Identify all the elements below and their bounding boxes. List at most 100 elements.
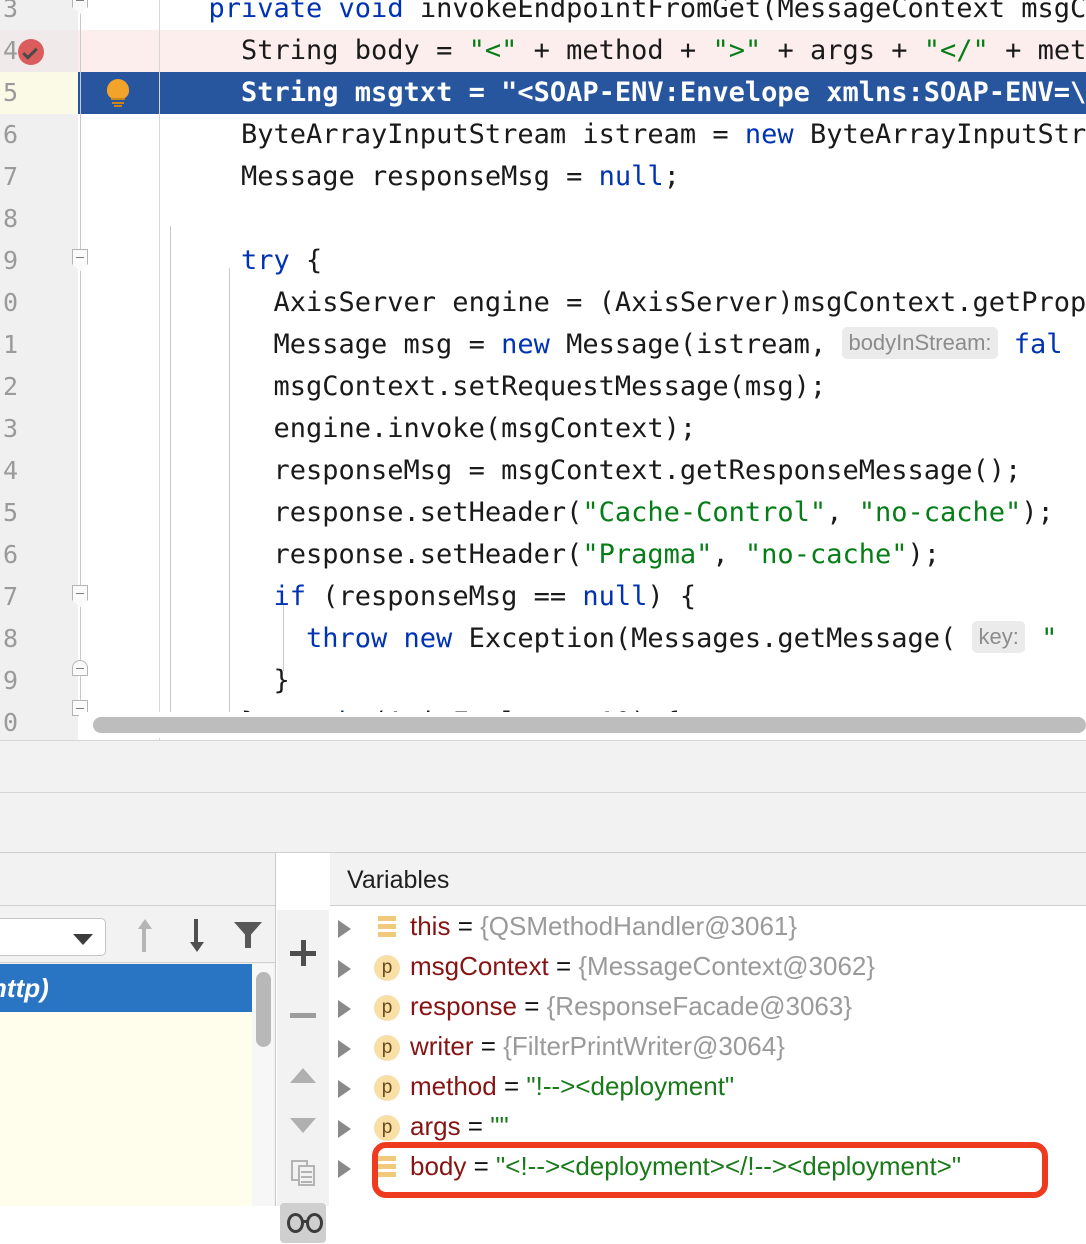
variable-row[interactable]: this = {QSMethodHandler@3061} [330, 907, 1086, 947]
fold-marker-try[interactable] [72, 249, 88, 265]
expand-triangle-icon[interactable] [338, 1080, 351, 1098]
code-text[interactable]: AxisServer engine = (AxisServer)msgConte… [274, 282, 1086, 324]
gutter-marks[interactable] [78, 240, 160, 282]
code-line[interactable]: 8 [0, 198, 1086, 240]
inspect-toggle-button[interactable] [277, 1200, 329, 1244]
gutter-marks[interactable] [78, 618, 160, 660]
expand-triangle-icon[interactable] [338, 920, 351, 938]
variable-row[interactable]: pmethod = "!--><deployment" [330, 1067, 1086, 1107]
line-gutter[interactable]: 5 [0, 72, 78, 114]
frame-list-item-selected[interactable]: s.transport.http) [0, 964, 252, 1012]
code-line[interactable]: 1 Message msg = new Message(istream, body… [0, 324, 1086, 366]
code-text[interactable]: try { [241, 240, 322, 282]
variables-list[interactable]: this = {QSMethodHandler@3061}pmsgContext… [330, 907, 1086, 1206]
code-line[interactable]: 2 msgContext.setRequestMessage(msg); [0, 366, 1086, 408]
code-editor[interactable]: 3 private void invokeEndpointFromGet(Mess… [0, 0, 1086, 740]
code-text[interactable]: String body = "<" + method + ">" + args … [241, 30, 1086, 72]
gutter-marks[interactable] [78, 282, 160, 324]
editor-hscroll-thumb[interactable] [93, 717, 1086, 733]
code-text[interactable]: Message msg = new Message(istream, bodyI… [274, 324, 1063, 366]
code-text[interactable]: responseMsg = msgContext.getResponseMess… [274, 450, 1022, 492]
code-line[interactable]: 3 private void invokeEndpointFromGet(Mess… [0, 0, 1086, 30]
code-text[interactable]: } [274, 660, 290, 702]
remove-watch-button[interactable] [277, 990, 329, 1034]
code-lines[interactable]: 3 private void invokeEndpointFromGet(Mess… [0, 0, 1086, 740]
code-line[interactable]: 0 AxisServer engine = (AxisServer)msgCont… [0, 282, 1086, 324]
code-line[interactable]: 8 throw new Exception(Messages.getMessage… [0, 618, 1086, 660]
gutter-marks[interactable] [78, 660, 160, 702]
code-text[interactable]: private void invokeEndpointFromGet(Messa… [209, 0, 1086, 30]
code-line[interactable]: 6 ByteArrayInputStream istream = new Byte… [0, 114, 1086, 156]
variable-row[interactable]: body = "<!--><deployment></!--><deployme… [330, 1147, 1086, 1187]
gutter-marks[interactable] [78, 450, 160, 492]
expand-triangle-icon[interactable] [338, 1160, 351, 1178]
code-text[interactable]: Message responseMsg = null; [241, 156, 680, 198]
line-gutter[interactable]: 8 [0, 198, 78, 240]
frames-list[interactable]: s.transport.http) [0, 964, 252, 1206]
variable-row[interactable]: pargs = "" [330, 1107, 1086, 1147]
line-gutter[interactable]: 4 [0, 450, 78, 492]
fold-marker-if[interactable] [72, 585, 88, 601]
code-text[interactable]: ByteArrayInputStream istream = new ByteA… [241, 114, 1086, 156]
code-line[interactable]: 7 if (responseMsg == null) { [0, 576, 1086, 618]
gutter-marks[interactable] [78, 366, 160, 408]
gutter-marks[interactable] [78, 198, 160, 240]
code-text[interactable]: response.setHeader("Cache-Control", "no-… [274, 492, 1054, 534]
gutter-marks[interactable] [78, 30, 160, 72]
gutter-marks[interactable] [78, 408, 160, 450]
line-gutter[interactable]: 5 [0, 492, 78, 534]
expand-triangle-icon[interactable] [338, 1040, 351, 1058]
line-gutter[interactable]: 9 [0, 660, 78, 702]
variable-row[interactable]: presponse = {ResponseFacade@3063} [330, 987, 1086, 1027]
frames-move-down-button[interactable] [178, 919, 214, 953]
editor-horizontal-scrollbar[interactable] [79, 712, 1086, 738]
code-text[interactable]: throw new Exception(Messages.getMessage(… [306, 618, 1057, 660]
code-line[interactable]: 9 try { [0, 240, 1086, 282]
gutter-marks[interactable] [78, 492, 160, 534]
line-gutter[interactable]: 3 [0, 0, 78, 30]
code-line[interactable]: 4String body = "<" + method + ">" + args… [0, 30, 1086, 72]
code-text[interactable]: engine.invoke(msgContext); [274, 408, 697, 450]
code-line[interactable]: 5 String msgtxt = "<SOAP-ENV:Envelope xml… [0, 72, 1086, 114]
line-gutter[interactable]: 2 [0, 366, 78, 408]
line-gutter[interactable]: 7 [0, 156, 78, 198]
line-gutter[interactable]: 6 [0, 534, 78, 576]
code-line[interactable]: 5 response.setHeader("Cache-Control", "no… [0, 492, 1086, 534]
line-gutter[interactable]: 0 [0, 702, 78, 740]
lightbulb-icon[interactable] [105, 79, 131, 107]
move-watch-up-button[interactable] [277, 1052, 329, 1096]
gutter-marks[interactable] [78, 0, 160, 30]
gutter-marks[interactable] [78, 114, 160, 156]
code-text[interactable]: response.setHeader("Pragma", "no-cache")… [274, 534, 941, 576]
line-gutter[interactable]: 8 [0, 618, 78, 660]
gutter-marks[interactable] [78, 576, 160, 618]
frames-move-up-button[interactable] [126, 919, 162, 953]
add-watch-button[interactable] [277, 928, 329, 972]
frames-filter-button[interactable] [228, 919, 264, 953]
line-gutter[interactable]: 0 [0, 282, 78, 324]
copy-value-button[interactable] [277, 1148, 329, 1192]
frames-vertical-scrollbar[interactable] [252, 964, 274, 1206]
expand-triangle-icon[interactable] [338, 960, 351, 978]
code-text[interactable]: String msgtxt = "<SOAP-ENV:Envelope xmln… [241, 72, 1086, 114]
variable-row[interactable]: pmsgContext = {MessageContext@3062} [330, 947, 1086, 987]
move-watch-down-button[interactable] [277, 1102, 329, 1146]
line-gutter[interactable]: 7 [0, 576, 78, 618]
code-line[interactable]: 3engine.invoke(msgContext); [0, 408, 1086, 450]
thread-selector[interactable] [0, 918, 106, 956]
gutter-marks[interactable] [78, 324, 160, 366]
frames-vscroll-thumb[interactable] [256, 972, 271, 1047]
variable-row[interactable]: pwriter = {FilterPrintWriter@3064} [330, 1027, 1086, 1067]
gutter-marks[interactable] [78, 156, 160, 198]
code-line[interactable]: 6 response.setHeader("Pragma", "no-cache"… [0, 534, 1086, 576]
line-gutter[interactable]: 9 [0, 240, 78, 282]
line-gutter[interactable]: 6 [0, 114, 78, 156]
gutter-marks[interactable] [78, 534, 160, 576]
fold-marker-block[interactable] [72, 660, 88, 676]
code-text[interactable]: if (responseMsg == null) { [274, 576, 697, 618]
code-line[interactable]: 4 responseMsg = msgContext.getResponseMes… [0, 450, 1086, 492]
line-gutter[interactable]: 1 [0, 324, 78, 366]
code-line[interactable]: 9} [0, 660, 1086, 702]
expand-triangle-icon[interactable] [338, 1000, 351, 1018]
code-text[interactable]: msgContext.setRequestMessage(msg); [274, 366, 827, 408]
